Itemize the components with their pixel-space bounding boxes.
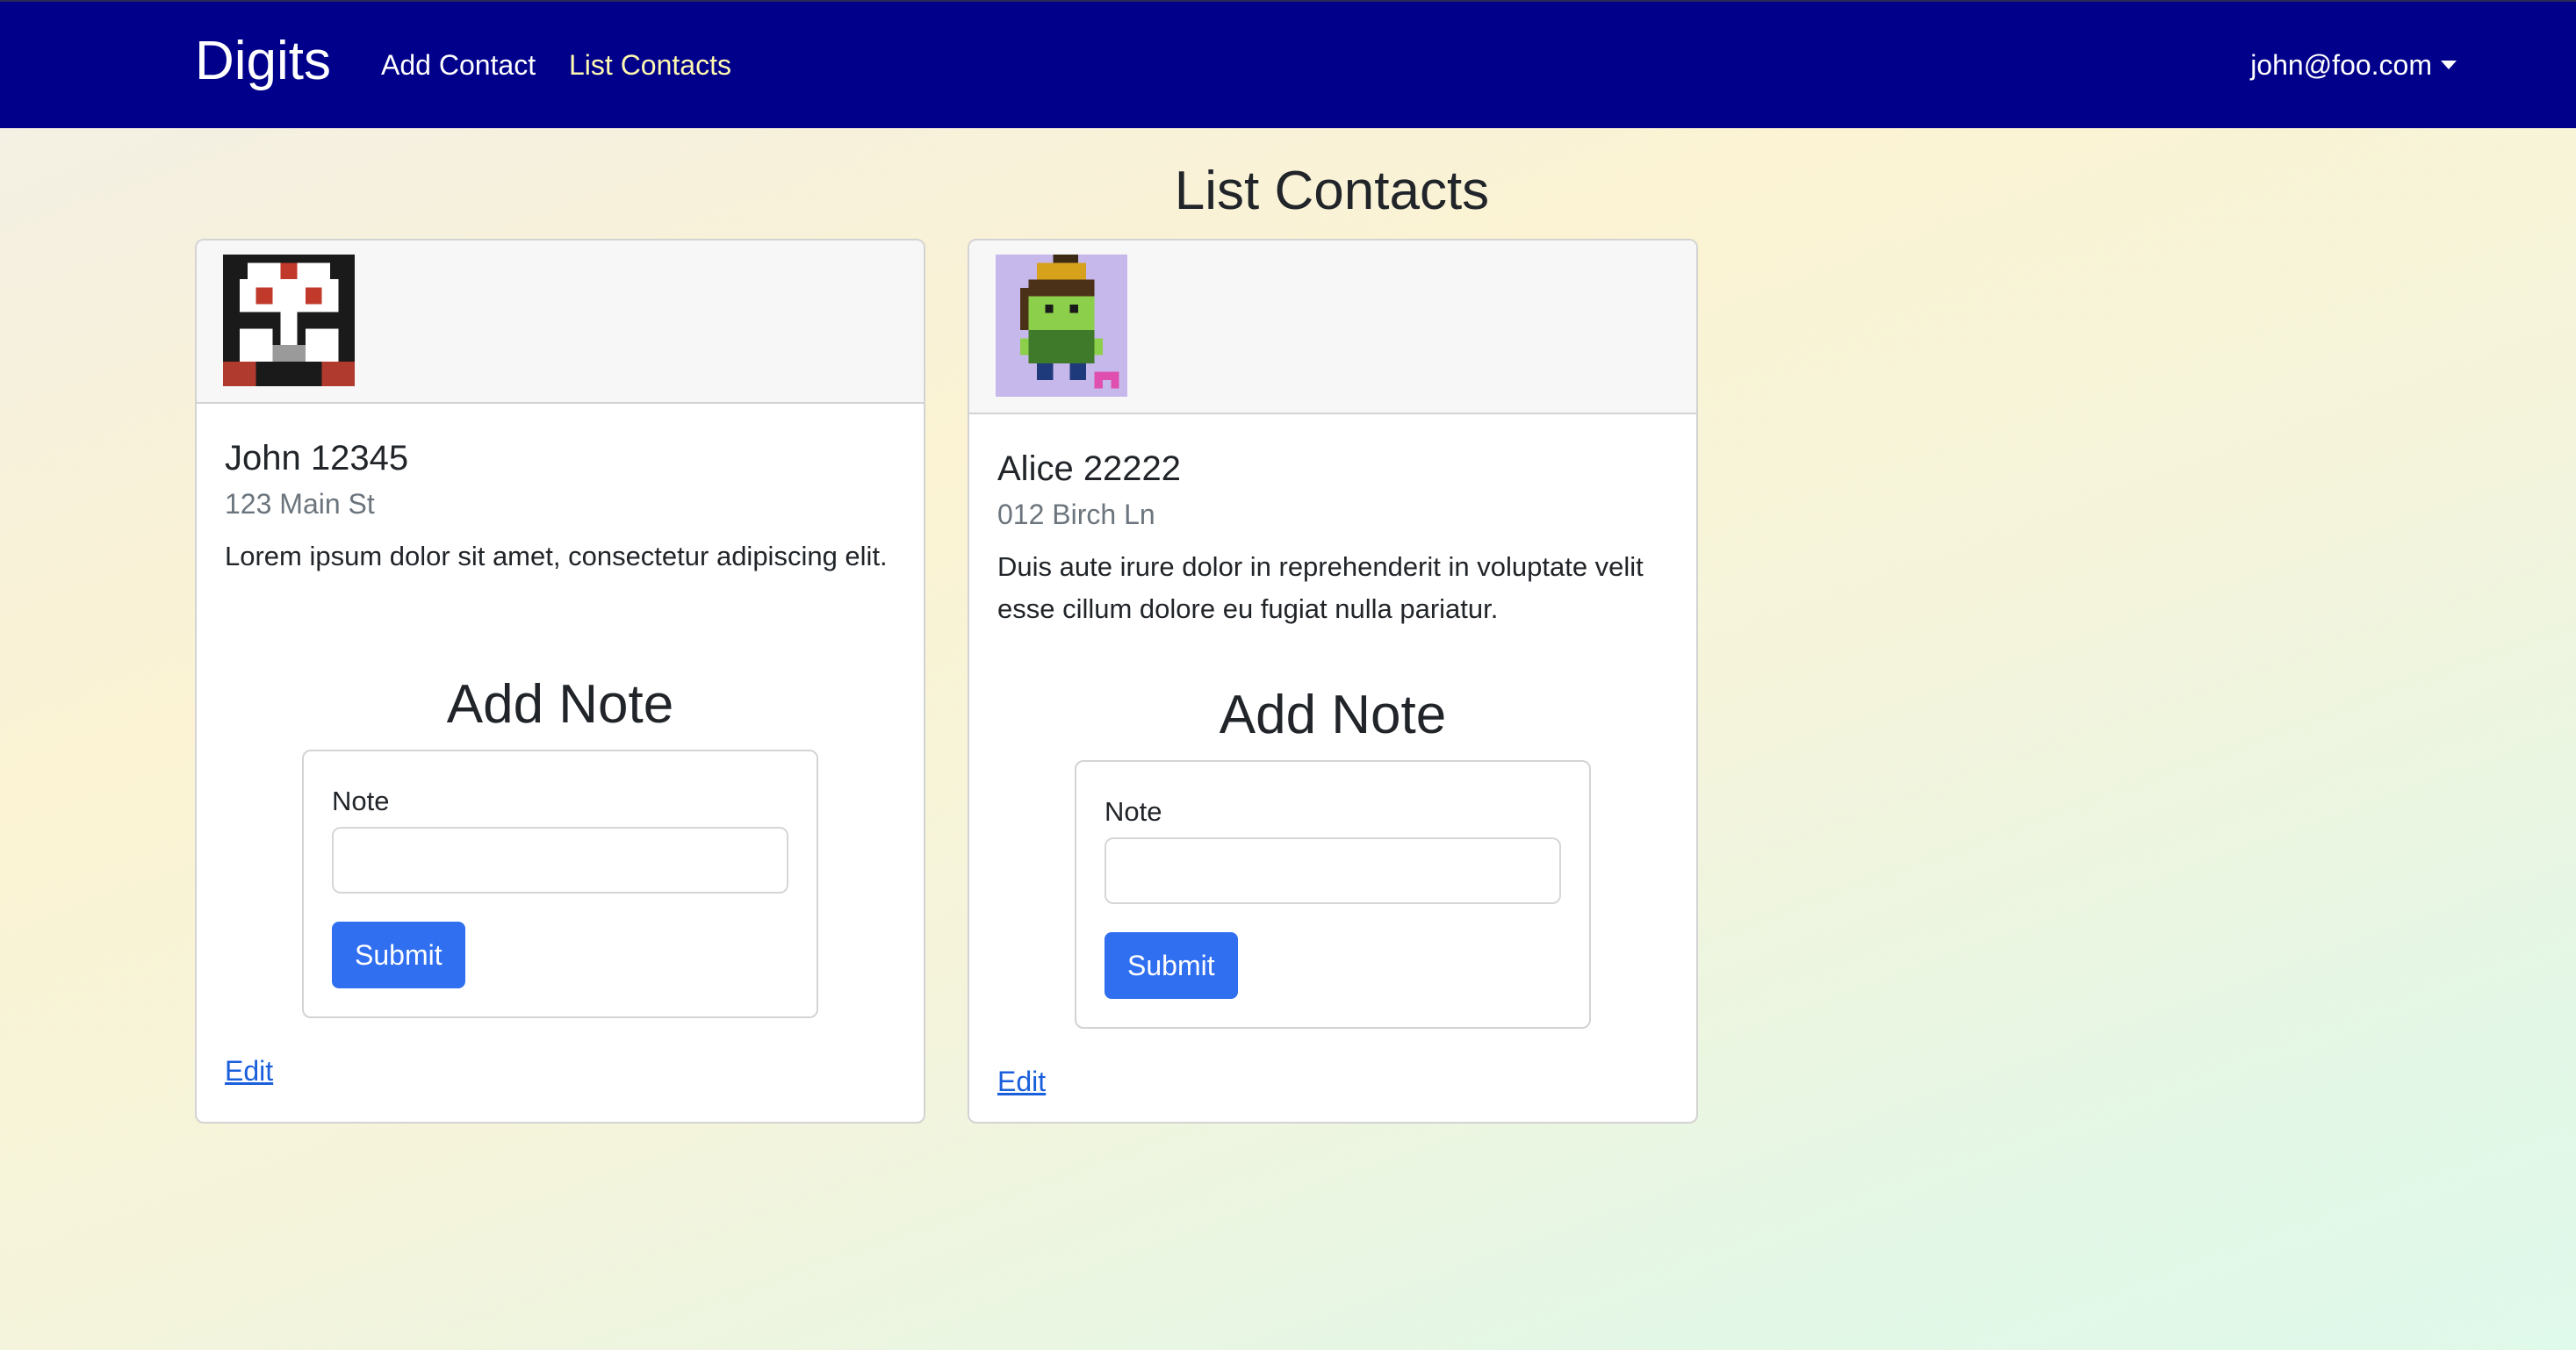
pixel-trooper-avatar-icon <box>223 255 355 386</box>
contact-address: 123 Main St <box>225 488 375 520</box>
contact-address: 012 Birch Ln <box>997 499 1155 530</box>
submit-button[interactable]: Submit <box>332 922 465 988</box>
card-body: John 12345 123 Main St Lorem ipsum dolor… <box>197 404 924 1090</box>
chevron-down-icon <box>2441 61 2457 69</box>
add-note-form: Note Submit <box>1075 760 1591 1029</box>
card-header <box>969 241 1696 414</box>
card-header <box>197 241 924 404</box>
contact-name: Alice 22222 <box>997 449 1182 488</box>
page-title: List Contacts <box>1174 161 1490 221</box>
note-input[interactable] <box>1105 837 1561 904</box>
top-navbar: Digits Add Contact List Contacts john@fo… <box>0 0 2576 128</box>
note-input[interactable] <box>332 827 788 894</box>
nav-add-contact[interactable]: Add Contact <box>381 46 536 84</box>
pixel-girl-avatar-icon <box>996 255 1127 397</box>
brand-logo[interactable]: Digits <box>195 26 331 97</box>
user-dropdown[interactable]: john@foo.com <box>2250 46 2457 84</box>
add-note-form: Note Submit <box>302 750 818 1018</box>
edit-link[interactable]: Edit <box>997 1062 1046 1101</box>
note-label: Note <box>1105 796 1162 827</box>
add-note-heading: Add Note <box>1219 685 1447 745</box>
contact-card: Alice 22222 012 Birch Ln Duis aute irure… <box>968 239 1698 1124</box>
note-label: Note <box>332 786 390 816</box>
user-email: john@foo.com <box>2250 49 2432 81</box>
card-body: Alice 22222 012 Birch Ln Duis aute irure… <box>969 414 1696 1101</box>
contact-card: John 12345 123 Main St Lorem ipsum dolor… <box>195 239 925 1124</box>
add-note-heading: Add Note <box>446 674 674 735</box>
contact-description: Lorem ipsum dolor sit amet, consectetur … <box>225 541 888 571</box>
contact-name: John 12345 <box>225 439 409 478</box>
submit-button[interactable]: Submit <box>1105 932 1238 999</box>
nav-list-contacts[interactable]: List Contacts <box>569 46 731 84</box>
contact-description: Duis aute irure dolor in reprehenderit i… <box>997 551 1644 624</box>
edit-link[interactable]: Edit <box>225 1052 273 1090</box>
